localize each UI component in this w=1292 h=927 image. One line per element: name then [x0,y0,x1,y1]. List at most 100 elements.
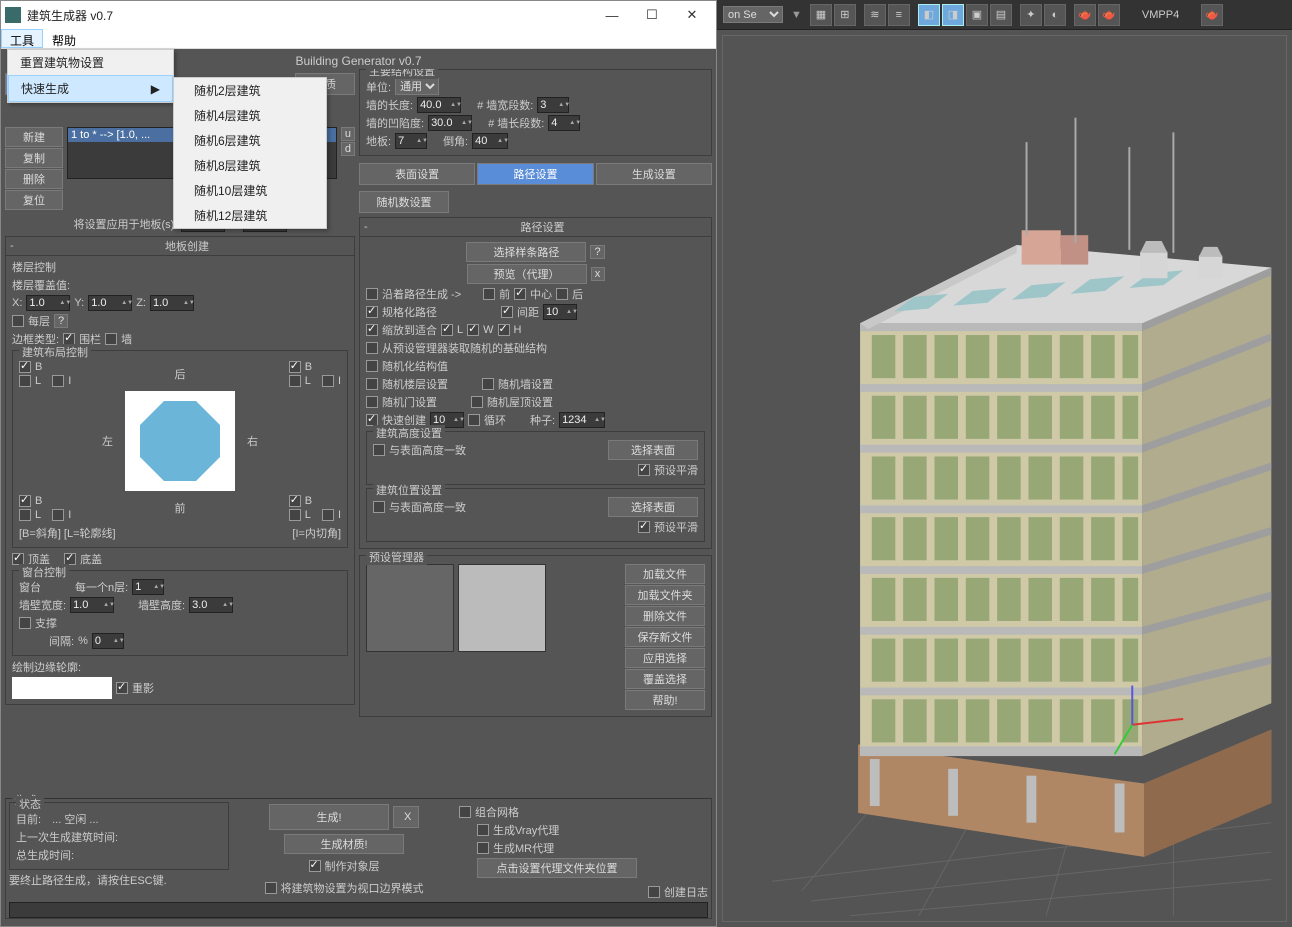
chk-back[interactable] [556,288,568,300]
close-button[interactable]: ✕ [672,3,712,27]
tab-random[interactable]: 随机数设置 [359,191,449,213]
chamfer-spinner[interactable]: ▲▼ [472,133,508,149]
tab-gen[interactable]: 生成设置 [596,163,712,185]
btn-delete[interactable]: 删除 [5,169,63,189]
btn-preview-x[interactable]: x [591,267,605,281]
btn-sel-spline[interactable]: 选择样条路径 [466,242,586,262]
spacing-spinner[interactable]: ▲▼ [92,633,124,649]
btn-apply-sel[interactable]: 应用选择 [625,648,705,668]
preset-thumb-1[interactable] [366,564,454,652]
wall-len-spinner[interactable]: ▲▼ [417,97,461,113]
wall-height-spinner[interactable]: ▲▼ [189,597,233,613]
chk-bl-l[interactable] [19,509,31,521]
toolbar-btn-2[interactable]: ⊞ [834,4,856,26]
menu-random-2f[interactable]: 随机2层建筑 [174,78,326,103]
toolbar-btn-4[interactable]: ≡ [888,4,910,26]
toolbar-btn-3[interactable]: ≋ [864,4,886,26]
z-spinner[interactable]: ▲▼ [150,295,194,311]
menu-reset-building[interactable]: 重置建筑物设置 [8,50,173,75]
chk-loop[interactable] [468,414,480,426]
chk-wall[interactable] [105,333,117,345]
chk-createlog[interactable] [648,886,660,898]
menu-random-12f[interactable]: 随机12层建筑 [174,203,326,228]
chk-randstruct[interactable] [366,360,378,372]
chk-p-smooth[interactable] [638,521,650,533]
chk-mr[interactable] [477,842,489,854]
btn-load-file[interactable]: 加载文件 [625,564,705,584]
chk-tr-b[interactable] [289,361,301,373]
wall-lseg-spinner[interactable]: ▲▼ [548,115,580,131]
chk-h-smooth[interactable] [638,464,650,476]
chk-randroof[interactable] [471,396,483,408]
btn-h-selsurf[interactable]: 选择表面 [608,440,698,460]
toolbar-btn-9[interactable]: ✦ [1020,4,1042,26]
chk-randdoor[interactable] [366,396,378,408]
chk-br-b[interactable] [289,495,301,507]
toolbar-btn-1[interactable]: ▦ [810,4,832,26]
unit-select[interactable]: 通用 [395,78,439,95]
chk-br-i[interactable] [322,509,334,521]
btn-save-new[interactable]: 保存新文件 [625,627,705,647]
every-n-spinner[interactable]: ▲▼ [132,579,164,595]
toolbar-btn-7[interactable]: ▣ [966,4,988,26]
menu-random-4f[interactable]: 随机4层建筑 [174,103,326,128]
menu-help[interactable]: 帮助 [43,29,85,48]
chk-tr-l[interactable] [289,375,301,387]
chk-perfloor[interactable] [12,315,24,327]
teapot-btn-1[interactable]: 🫖 [1074,4,1096,26]
chk-scale-w[interactable] [467,324,479,336]
chk-tl-b[interactable] [19,361,31,373]
chk-tr-i[interactable] [322,375,334,387]
btn-override-sel[interactable]: 覆盖选择 [625,669,705,689]
chk-randwall[interactable] [482,378,494,390]
btn-copy[interactable]: 复制 [5,148,63,168]
toolbar-btn-5[interactable]: ◧ [918,4,940,26]
chk-scale-h[interactable] [498,324,510,336]
btn-preset-help[interactable]: 帮助! [625,690,705,710]
menu-random-8f[interactable]: 随机8层建筑 [174,153,326,178]
rollup-path[interactable]: -路径设置 [360,218,711,237]
btn-load-folder[interactable]: 加载文件夹 [625,585,705,605]
chk-redraw[interactable] [116,682,128,694]
chk-viewport-bounds[interactable] [265,882,277,894]
chk-gap[interactable] [501,306,513,318]
wall-wseg-spinner[interactable]: ▲▼ [537,97,569,113]
chk-front[interactable] [483,288,495,300]
chk-make-layer[interactable] [309,860,321,872]
toolbar-btn-8[interactable]: ▤ [990,4,1012,26]
floor-spinner[interactable]: ▲▼ [395,133,427,149]
menu-quick-generate[interactable]: 快速生成▶ [8,75,173,102]
help-btn[interactable]: ? [54,314,68,328]
chk-randfloor[interactable] [366,378,378,390]
btn-move-down[interactable]: d [341,142,355,156]
btn-preview[interactable]: 预览（代理） [467,264,587,284]
selection-filter-dropdown[interactable]: on Se [723,6,783,23]
teapot-btn-3[interactable]: 🫖 [1201,4,1223,26]
btn-gen-x[interactable]: X [393,806,419,828]
btn-generate[interactable]: 生成! [269,804,389,830]
btn-p-selsurf[interactable]: 选择表面 [608,497,698,517]
chk-h-same[interactable] [373,444,385,456]
btn-reset[interactable]: 复位 [5,190,63,210]
chk-tl-i[interactable] [52,375,64,387]
toolbar-btn-10[interactable]: ◐ [1044,4,1066,26]
chk-combine[interactable] [459,806,471,818]
teapot-btn-2[interactable]: 🫖 [1098,4,1120,26]
chk-bl-i[interactable] [52,509,64,521]
rollup-floor-create[interactable]: -地板创建 [6,237,354,256]
btn-move-up[interactable]: u [341,127,355,141]
tab-path[interactable]: 路径设置 [477,163,593,185]
chk-normalize[interactable] [366,306,378,318]
chk-p-same[interactable] [373,501,385,513]
btn-del-file[interactable]: 删除文件 [625,606,705,626]
btn-proxy-folder[interactable]: 点击设置代理文件夹位置 [477,858,637,878]
chk-bl-b[interactable] [19,495,31,507]
x-spinner[interactable]: ▲▼ [26,295,70,311]
maximize-button[interactable]: ☐ [632,3,672,27]
preset-thumb-2[interactable] [458,564,546,652]
chk-scale-l[interactable] [441,324,453,336]
menu-tools[interactable]: 工具 [1,29,43,48]
y-spinner[interactable]: ▲▼ [88,295,132,311]
btn-spline-help[interactable]: ? [590,245,604,259]
wall-h-spinner[interactable]: ▲▼ [428,115,472,131]
